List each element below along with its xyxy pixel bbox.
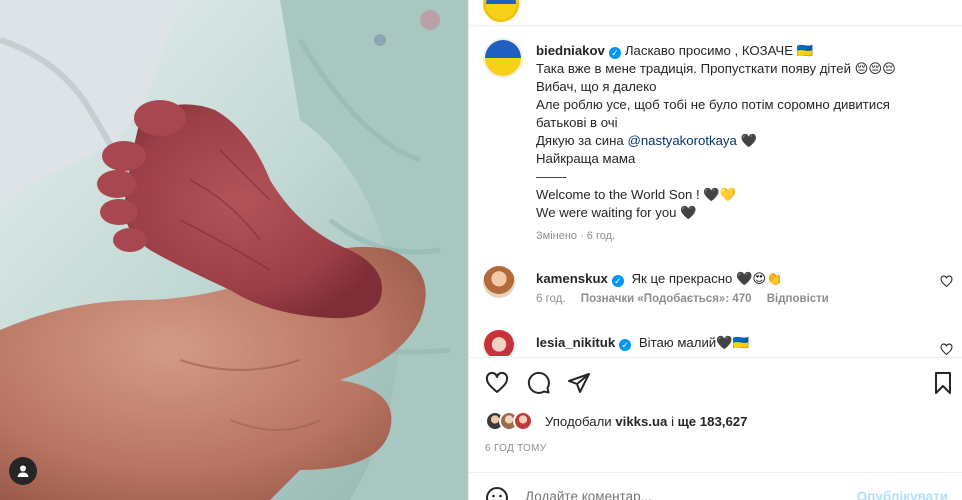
liked-user-link[interactable]: vikks.ua: [615, 414, 667, 429]
caption-line: Вибач, що я далеко: [536, 79, 657, 94]
author-username[interactable]: biedniakov: [536, 43, 605, 58]
baby-foot-photo: [0, 0, 468, 500]
comment-like-heart-icon[interactable]: [940, 343, 953, 356]
caption-line: Найкраща мама: [536, 151, 636, 166]
user-tag-button[interactable]: [9, 457, 37, 485]
mention-suffix: 🖤: [736, 133, 757, 148]
caption-line: We were waiting for you 🖤: [536, 205, 697, 220]
ukraine-flag-avatar: [485, 40, 521, 76]
comment-username[interactable]: lesia_nikituk: [536, 335, 615, 350]
author-avatar[interactable]: [483, 38, 523, 78]
comment-username[interactable]: kamenskux: [536, 271, 608, 286]
post-caption: biedniakov ✓ Ласкаво просимо , КОЗАЧЕ 🇺🇦 Т…: [536, 42, 946, 222]
liker-avatar: [513, 411, 533, 431]
reply-button[interactable]: Відповісти: [767, 293, 829, 305]
post-header-strip: [469, 0, 962, 26]
caption-line: батькові в очі: [536, 115, 618, 130]
divider: [469, 357, 962, 358]
post-side-panel: biedniakov ✓ Ласкаво просимо , КОЗАЧЕ 🇺🇦 Т…: [468, 0, 962, 500]
commenter-avatar[interactable]: [483, 330, 515, 356]
comment-like-heart-icon[interactable]: [940, 275, 953, 288]
liked-count-link[interactable]: ще 183,627: [678, 414, 748, 429]
header-avatar[interactable]: [483, 0, 519, 22]
verified-badge-icon: ✓: [611, 275, 624, 287]
comment-time: 6 год.: [536, 293, 566, 305]
ukraine-flag-avatar: [486, 0, 516, 19]
caption-line: Welcome to the World Son ! 🖤💛: [536, 187, 737, 202]
caption-line: ——-: [536, 169, 567, 184]
comment-likes[interactable]: Позначки «Подобається»: 470: [581, 293, 752, 305]
liker-avatars[interactable]: [485, 410, 539, 432]
publish-button[interactable]: Опублікувати: [857, 489, 948, 500]
comment-item: kamenskux ✓ Як це прекрасно 🖤😍👏 6 год. По…: [483, 266, 953, 312]
bookmark-icon[interactable]: [931, 371, 955, 395]
comment-icon[interactable]: [527, 371, 551, 395]
comment-item: lesia_nikituk ✓ Вітаю малий🖤🇺🇦: [483, 330, 953, 356]
caption-line: Така вже в мене традиція. Пропусткати по…: [536, 61, 896, 76]
comment-text: Вітаю малий🖤🇺🇦: [638, 335, 750, 350]
likes-summary: Уподобали vikks.ua і ще 183,627: [485, 410, 747, 432]
verified-badge-icon: ✓: [608, 47, 621, 59]
liked-prefix: Уподобали: [545, 413, 612, 429]
caption-line: Але роблю усе, щоб тобі не було потім со…: [536, 97, 890, 112]
emoji-icon[interactable]: [485, 486, 509, 500]
post-time-ago[interactable]: 6 ГОД ТОМУ: [485, 443, 546, 454]
comment-text: Як це прекрасно 🖤😍👏: [631, 271, 783, 286]
commenter-avatar[interactable]: [483, 266, 515, 298]
caption-line: Дякую за сина: [536, 133, 624, 148]
add-comment-input[interactable]: [525, 489, 845, 500]
share-icon[interactable]: [567, 371, 591, 395]
verified-badge-icon: ✓: [619, 339, 632, 351]
divider: [469, 472, 962, 473]
user-tag-icon: [17, 465, 29, 477]
edited-timestamp: Змінено · 6 год.: [536, 230, 616, 242]
liked-mid: і: [671, 413, 674, 429]
post-photo[interactable]: [0, 0, 468, 500]
like-heart-icon[interactable]: [485, 371, 509, 395]
caption-line: Ласкаво просимо , КОЗАЧЕ 🇺🇦: [624, 43, 814, 58]
mention-link[interactable]: @nastyakorotkaya: [627, 133, 736, 148]
